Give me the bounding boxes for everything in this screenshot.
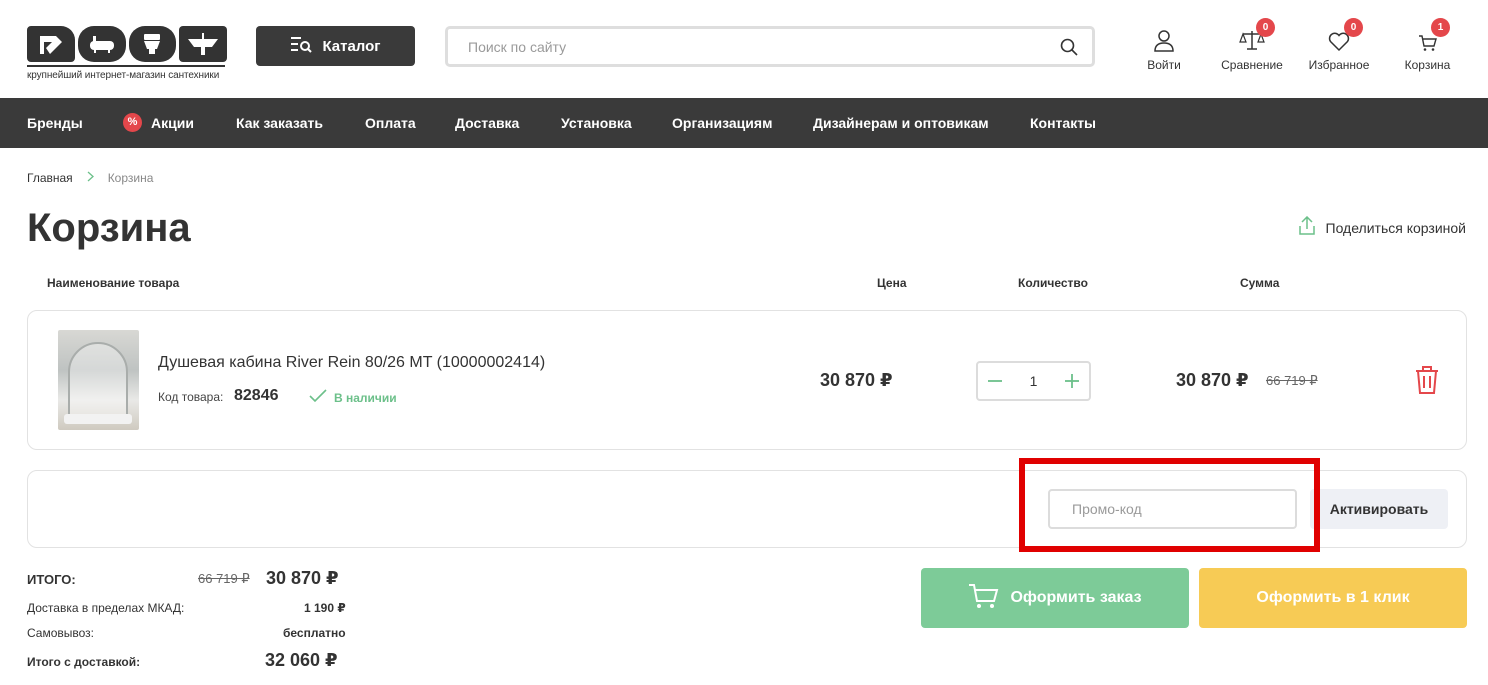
login-button[interactable]: Войти xyxy=(1144,26,1184,72)
chevron-right-icon xyxy=(87,171,94,185)
stock-status: В наличии xyxy=(309,389,397,406)
pickup-value: бесплатно xyxy=(283,626,346,640)
breadcrumb-home[interactable]: Главная xyxy=(27,171,73,185)
total-label: ИТОГО: xyxy=(27,572,76,587)
compare-button[interactable]: 0 Сравнение xyxy=(1216,18,1288,72)
search-icon[interactable] xyxy=(1060,38,1078,61)
breadcrumb-current: Корзина xyxy=(107,171,154,185)
product-sum: 30 870 ₽ xyxy=(1176,370,1249,390)
cart-button[interactable]: 1 Корзина xyxy=(1400,18,1455,72)
favorites-count-badge: 0 xyxy=(1344,18,1363,37)
logo-block-sink xyxy=(179,26,227,62)
cart-icon xyxy=(968,582,1000,615)
quantity-stepper: 1 xyxy=(976,361,1091,401)
check-icon xyxy=(309,389,327,406)
logo-mark xyxy=(27,26,227,62)
logo-tagline: крупнейший интернет-магазин сантехники xyxy=(27,70,220,81)
scales-icon: 0 xyxy=(1216,18,1288,52)
stock-label: В наличии xyxy=(334,390,397,405)
product-image[interactable] xyxy=(58,330,139,430)
logo-block-bathtub xyxy=(77,26,126,62)
logo-block-toilet xyxy=(128,26,177,62)
compare-label: Сравнение xyxy=(1221,58,1283,72)
trash-icon[interactable] xyxy=(1414,365,1440,400)
search-placeholder: Поиск по сайту xyxy=(468,38,567,55)
total-old: 66 719 ₽ xyxy=(198,571,250,586)
heart-icon: 0 xyxy=(1304,18,1374,52)
cart-count-badge: 1 xyxy=(1431,18,1450,37)
share-icon xyxy=(1298,215,1316,239)
nav-item-organizations[interactable]: Организациям xyxy=(672,98,772,148)
nav-item-designers[interactable]: Дизайнерам и оптовикам xyxy=(813,98,989,148)
cart-icon: 1 xyxy=(1400,18,1455,52)
highlight-box xyxy=(1019,458,1320,552)
nav-item-brands[interactable]: Бренды xyxy=(27,98,83,148)
cart-label: Корзина xyxy=(1404,58,1451,72)
nav-item-payment[interactable]: Оплата xyxy=(365,98,416,148)
checkout-button[interactable]: Оформить заказ xyxy=(921,568,1189,628)
compare-count-badge: 0 xyxy=(1256,18,1275,37)
share-cart-button[interactable]: Поделиться корзиной xyxy=(1298,215,1466,239)
catalog-icon xyxy=(290,35,313,57)
nav-item-contacts[interactable]: Контакты xyxy=(1030,98,1096,148)
delivery-label: Доставка в пределах МКАД: xyxy=(27,601,185,615)
total-with-delivery-value: 32 060 ₽ xyxy=(265,650,338,670)
nav-item-installation[interactable]: Установка xyxy=(561,98,632,148)
col-header-name: Наименование товара xyxy=(47,276,180,290)
catalog-label: Каталог xyxy=(322,37,381,55)
site-logo[interactable]: крупнейший интернет-магазин сантехники xyxy=(27,26,227,86)
user-icon xyxy=(1144,26,1184,52)
product-name[interactable]: Душевая кабина River Rein 80/26 MT (1000… xyxy=(158,354,545,372)
plus-icon[interactable] xyxy=(1063,372,1081,390)
delivery-value: 1 190 ₽ xyxy=(304,601,346,615)
search-input[interactable]: Поиск по сайту xyxy=(445,26,1095,67)
nav-item-delivery[interactable]: Доставка xyxy=(455,98,519,148)
main-nav: Бренды % Акции Как заказать Оплата Достав… xyxy=(0,98,1488,148)
nav-item-how-to-order[interactable]: Как заказать xyxy=(236,98,323,148)
pickup-label: Самовывоз: xyxy=(27,626,95,640)
breadcrumb: Главная Корзина xyxy=(27,171,153,185)
activate-promo-button[interactable]: Активировать xyxy=(1310,489,1448,529)
nav-item-promos[interactable]: % Акции xyxy=(123,98,194,148)
total-value: 30 870 ₽ xyxy=(266,568,339,588)
percent-icon: % xyxy=(123,112,142,132)
product-price: 30 870 ₽ xyxy=(820,370,893,390)
product-code-label: Код товара: xyxy=(158,390,224,404)
logo-block-r xyxy=(27,26,75,62)
total-with-delivery-label: Итого с доставкой: xyxy=(27,655,141,669)
cart-item-row: Душевая кабина River Rein 80/26 MT (1000… xyxy=(27,310,1467,450)
catalog-button[interactable]: Каталог xyxy=(256,26,415,66)
product-code: 82846 xyxy=(234,387,279,404)
share-label: Поделиться корзиной xyxy=(1325,219,1466,236)
checkout-label: Оформить заказ xyxy=(1010,589,1142,606)
product-sum-old: 66 719 ₽ xyxy=(1266,373,1318,388)
nav-item-promos-label: Акции xyxy=(151,115,194,131)
page-title: Корзина xyxy=(27,206,191,250)
logo-divider xyxy=(27,65,225,67)
col-header-sum: Сумма xyxy=(1240,276,1280,290)
col-header-price: Цена xyxy=(877,276,907,290)
one-click-order-button[interactable]: Оформить в 1 клик xyxy=(1199,568,1467,628)
favorites-label: Избранное xyxy=(1308,58,1370,72)
login-label: Войти xyxy=(1147,58,1181,72)
col-header-qty: Количество xyxy=(1018,276,1088,290)
favorites-button[interactable]: 0 Избранное xyxy=(1304,18,1374,72)
